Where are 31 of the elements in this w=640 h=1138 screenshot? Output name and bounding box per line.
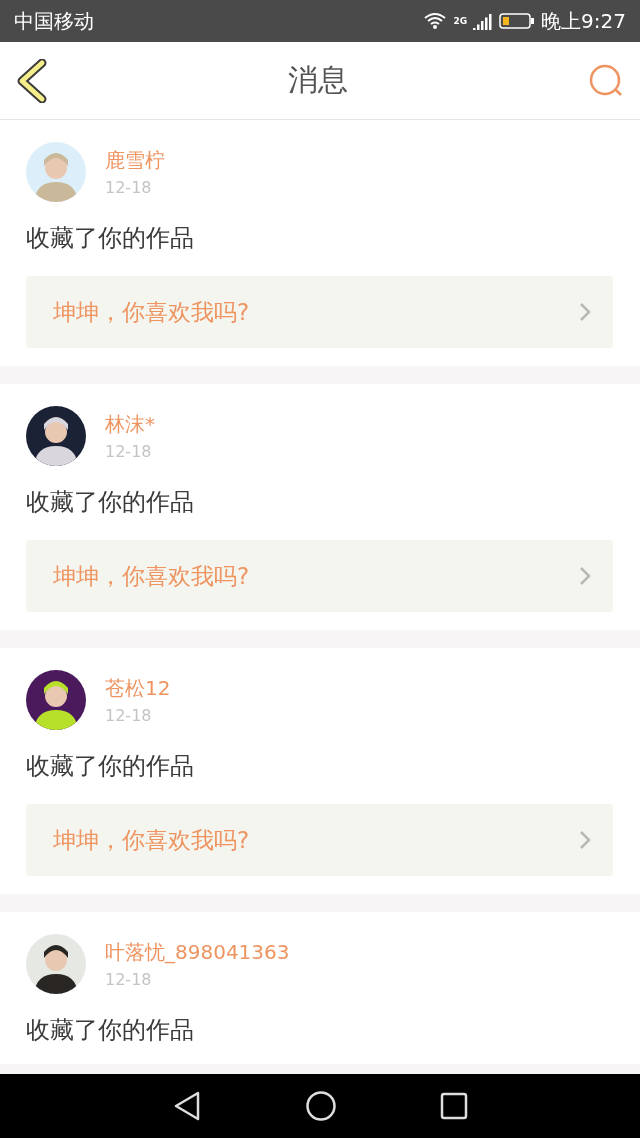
home-nav-button[interactable]	[305, 1090, 337, 1122]
work-title: 坤坤，你喜欢我吗?	[53, 561, 250, 591]
work-link[interactable]: 坤坤，你喜欢我吗?	[26, 804, 613, 876]
message-text: 收藏了你的作品	[26, 1015, 195, 1046]
network-type: 2G	[453, 15, 468, 26]
work-link[interactable]: 坤坤，你喜欢我吗?	[26, 276, 613, 348]
message-text: 收藏了你的作品	[26, 751, 195, 782]
carrier-name: 中国移动	[14, 7, 94, 35]
wifi-icon	[423, 12, 448, 30]
user-name[interactable]: 苍松12	[105, 675, 171, 702]
work-title: 坤坤，你喜欢我吗?	[53, 297, 250, 327]
back-button[interactable]	[16, 58, 48, 103]
message-text: 收藏了你的作品	[26, 223, 195, 254]
battery-icon	[499, 12, 536, 30]
chevron-icon	[579, 566, 591, 586]
work-link[interactable]: 坤坤，你喜欢我吗?	[26, 540, 613, 612]
user-name[interactable]: 鹿雪柠	[105, 147, 165, 174]
signal-icon	[473, 12, 494, 30]
message-date: 12-18	[105, 178, 153, 197]
page-title: 消息	[288, 61, 348, 99]
work-title: 坤坤，你喜欢我吗?	[53, 825, 250, 855]
message-text: 收藏了你的作品	[26, 487, 195, 518]
clock: 晚上9:27	[541, 7, 626, 35]
message-date: 12-18	[105, 706, 153, 725]
user-name[interactable]: 林沫*	[105, 411, 155, 438]
chevron-icon	[579, 830, 591, 850]
chevron-icon	[579, 302, 591, 322]
message-date: 12-18	[105, 442, 153, 461]
user-name[interactable]: 叶落忧_898041363	[105, 939, 290, 966]
recents-nav-button[interactable]	[440, 1092, 469, 1120]
message-date: 12-18	[105, 970, 153, 989]
